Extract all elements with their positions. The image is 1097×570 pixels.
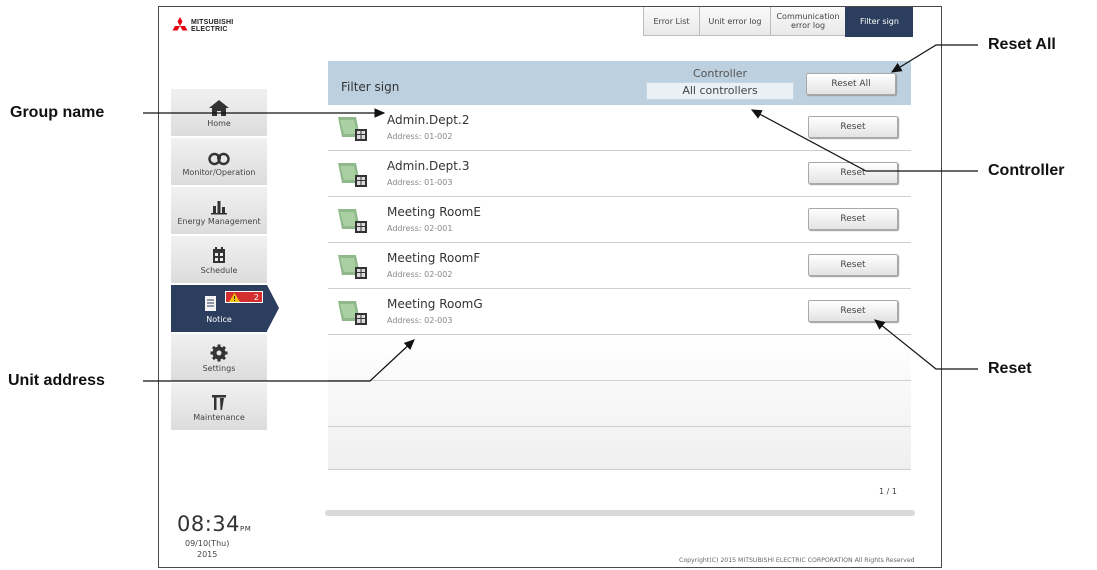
annotation-controller: Controller: [988, 162, 1065, 179]
annotation-reset-all: Reset All: [988, 36, 1056, 53]
annotation-lines: [143, 44, 978, 382]
annotation-group-name: Group name: [10, 104, 105, 121]
annotation-unit-address: Unit address: [8, 372, 105, 389]
annotation-reset: Reset: [988, 360, 1032, 377]
